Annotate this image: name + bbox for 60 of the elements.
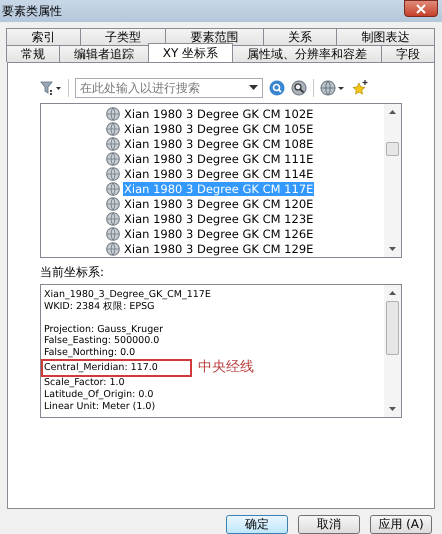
- globe-icon: [106, 212, 120, 226]
- list-item[interactable]: Xian 1980 3 Degree GK CM 120E: [123, 196, 314, 210]
- detail-line: Latitude_Of_Origin: 0.0: [44, 388, 154, 401]
- tab[interactable]: 要素范围: [165, 28, 264, 45]
- search-field[interactable]: 在此处输入以进行搜索: [75, 78, 263, 98]
- section-label: 当前坐标系:: [40, 264, 106, 281]
- detail-line: False_Easting: 500000.0: [44, 335, 160, 348]
- detail-line: Scale_Factor: 1.0: [44, 376, 125, 389]
- annotation-label: 中央经线: [198, 362, 254, 374]
- list-item[interactable]: Xian 1980 3 Degree GK CM 129E: [123, 242, 314, 256]
- detail-line: Xian_1980_3_Degree_GK_CM_117E: [44, 289, 211, 301]
- detail-line: WKID: 2384 权限: EPSG: [44, 300, 155, 313]
- tab[interactable]: 子类型: [80, 28, 166, 45]
- list-item[interactable]: Xian 1980 3 Degree GK CM 126E: [123, 226, 314, 240]
- dialog-button[interactable]: 应用 (A): [370, 515, 432, 534]
- scroll-up-icon[interactable]: [389, 291, 396, 295]
- dialog-button[interactable]: 确定: [226, 515, 288, 534]
- detail-line: Linear Unit: Meter (1.0): [44, 400, 156, 412]
- globe-icon: [106, 226, 120, 240]
- tab[interactable]: 常规: [6, 45, 60, 62]
- globe-icon: [106, 106, 120, 120]
- scroll-down-icon[interactable]: [389, 247, 396, 251]
- globe-dropdown-icon[interactable]: [320, 80, 346, 96]
- globe-icon: [106, 242, 120, 256]
- scroll-down-icon[interactable]: [389, 407, 396, 411]
- globe-search-icon[interactable]: [291, 80, 307, 96]
- list-item[interactable]: Xian 1980 3 Degree GK CM 114E: [123, 166, 314, 180]
- caret-icon[interactable]: [249, 85, 258, 91]
- globe-icon: [106, 122, 120, 136]
- scrollbar[interactable]: [384, 285, 401, 417]
- tab[interactable]: 关系: [262, 28, 338, 45]
- globe-icon: [106, 166, 120, 180]
- scrollbar[interactable]: [384, 104, 401, 257]
- window-title: 要素类属性: [2, 2, 62, 20]
- dialog-button[interactable]: 取消: [298, 515, 360, 534]
- globe-icon: [106, 182, 120, 196]
- globe-icon: [106, 152, 120, 166]
- tab[interactable]: 编辑者追踪: [58, 45, 149, 62]
- scroll-up-icon[interactable]: [389, 110, 396, 114]
- tab[interactable]: XY 坐标系: [148, 43, 234, 62]
- tab[interactable]: 制图表达: [336, 28, 435, 45]
- tab[interactable]: 索引: [6, 28, 81, 45]
- list-item[interactable]: Xian 1980 3 Degree GK CM 102E: [123, 106, 314, 120]
- filter-dropdown-icon[interactable]: [40, 80, 62, 96]
- tab[interactable]: 字段: [381, 45, 435, 62]
- close-icon: [416, 4, 426, 14]
- list-item[interactable]: Xian 1980 3 Degree GK CM 105E: [123, 122, 314, 136]
- scroll-thumb[interactable]: [386, 301, 399, 355]
- globe-icon: [106, 196, 120, 210]
- star-add-icon[interactable]: [352, 80, 368, 96]
- scroll-thumb[interactable]: [386, 142, 399, 156]
- close-button[interactable]: [404, 0, 438, 17]
- list-item[interactable]: Xian 1980 3 Degree GK CM 111E: [123, 152, 314, 166]
- list-item[interactable]: Xian 1980 3 Degree GK CM 123E: [123, 212, 314, 226]
- search-icon[interactable]: [269, 80, 285, 96]
- detail-line: Projection: Gauss_Kruger: [44, 324, 163, 336]
- tab[interactable]: 属性域、分辨率和容差: [232, 45, 382, 62]
- globe-icon: [106, 136, 120, 150]
- detail-line: False_Northing: 0.0: [44, 347, 136, 359]
- list-item[interactable]: Xian 1980 3 Degree GK CM 108E: [123, 136, 314, 150]
